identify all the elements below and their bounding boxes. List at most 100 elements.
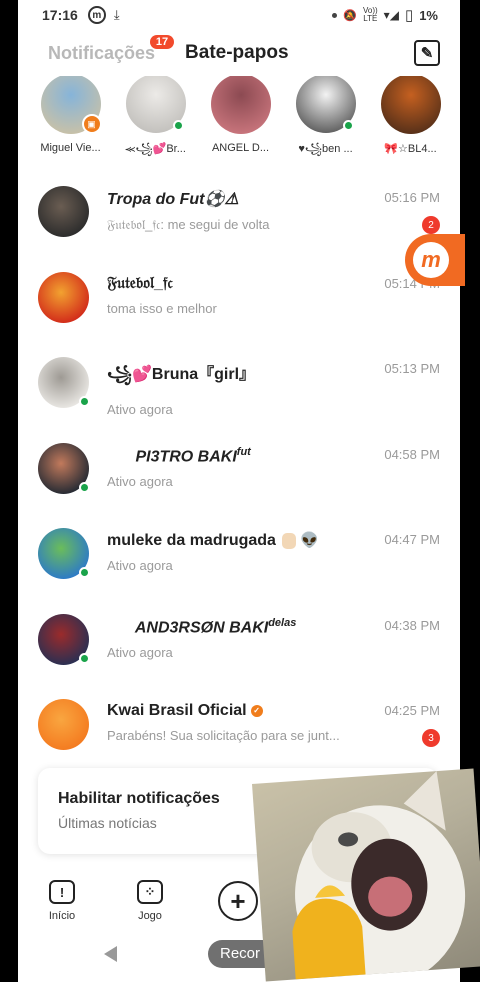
chat-avatar xyxy=(38,186,89,237)
plus-icon: + xyxy=(218,881,258,921)
chat-row[interactable]: Kwai Brasil Oficial ✓ Parabéns! Sua solici… xyxy=(18,683,460,769)
chat-time: 05:13 PM xyxy=(384,361,440,376)
chat-subtitle: toma isso e melhor xyxy=(107,300,217,316)
online-indicator-icon xyxy=(79,481,90,493)
nav-game-label: Jogo xyxy=(138,910,162,922)
status-time: 17:16 xyxy=(42,7,78,23)
status-bar: 17:16 m ⤓ 🔕 Vo)) LTE ▾◢ ▯ 1% xyxy=(18,0,460,30)
verified-badge-icon: ✓ xyxy=(250,704,263,717)
chat-name-text: 𝔉𝔲𝔱𝔢𝔟𝔬𝔩_𝔣𝔠 xyxy=(107,274,173,292)
story-name: ♥꧁ben ... xyxy=(298,142,353,155)
tab-notifications[interactable]: Notificações 17 xyxy=(48,34,174,64)
online-indicator-icon xyxy=(172,119,184,131)
dot-icon xyxy=(332,12,338,18)
chat-name-superscript: delas xyxy=(268,616,297,629)
unread-count-badge: 3 xyxy=(422,729,440,747)
compose-button[interactable]: ✎ xyxy=(414,40,440,66)
story-item[interactable]: ▣ Miguel Vie... xyxy=(32,76,109,162)
chat-row[interactable]: ⛩⃠ AND3RSØN BAKIdelas Ativo agora 04:38 PM xyxy=(18,598,460,684)
story-avatar xyxy=(295,76,356,133)
tab-notifications-label: Notificações xyxy=(48,42,156,63)
chat-time: 04:38 PM xyxy=(384,617,440,633)
chat-name-text: muleke da madrugada xyxy=(107,532,276,549)
chat-subtitle: Parabéns! Sua solicitação para se junt..… xyxy=(107,728,340,743)
chat-avatar xyxy=(38,528,90,579)
story-avatar xyxy=(210,76,271,134)
chat-subtitle: Ativo agora xyxy=(107,644,173,660)
compose-icon: ✎ xyxy=(420,45,434,62)
alien-emoji-icon: 👽 xyxy=(299,532,319,549)
chat-avatar xyxy=(38,357,90,408)
story-item[interactable]: •~( xyxy=(457,76,460,162)
story-name: Miguel Vie... xyxy=(40,142,101,154)
tab-chats[interactable]: Bate-papos xyxy=(185,42,288,64)
story-avatar xyxy=(125,76,186,133)
story-item[interactable]: ⪻꧁💕Br... xyxy=(117,76,194,162)
cat-image xyxy=(292,771,466,982)
download-icon: ⤓ xyxy=(113,7,120,22)
notifications-count-badge: 17 xyxy=(150,34,174,49)
story-name: ⪻꧁💕Br... xyxy=(125,142,186,155)
chat-meta: 04:38 PM xyxy=(384,618,440,633)
lte-icon: Vo)) LTE xyxy=(363,7,378,23)
chat-name-text: ꧁💕Bruna『girl』 xyxy=(107,366,256,383)
signal-icon: ▾◢ xyxy=(383,8,399,22)
battery-icon: ▯ xyxy=(404,7,414,24)
hand-emoji-icon xyxy=(281,532,296,549)
floating-kwai-button[interactable]: m xyxy=(405,234,465,286)
kwai-m-icon: m xyxy=(413,242,449,278)
nav-home-label: Início xyxy=(48,910,76,922)
header: Notificações 17 Bate-papos ✎ xyxy=(18,30,460,76)
chat-time: 04:58 PM xyxy=(384,446,440,462)
chat-time: 05:16 PM xyxy=(384,190,440,205)
gamepad-icon: ⁘ xyxy=(137,880,163,904)
chat-name-text: Kwai Brasil Oficial xyxy=(107,702,247,719)
chat-row[interactable]: ⛩⃠ PI3TRO BAKIfut Ativo agora 04:58 PM xyxy=(18,427,460,513)
online-indicator-icon xyxy=(342,119,354,131)
chat-meta: 04:25 PM 3 xyxy=(384,703,440,747)
chat-avatar xyxy=(38,442,90,494)
mute-icon: 🔕 xyxy=(343,9,357,22)
online-indicator-icon xyxy=(79,652,90,664)
chat-row[interactable]: ꧁💕Bruna『girl』 Ativo agora 05:13 PM xyxy=(18,341,460,427)
chat-avatar xyxy=(38,613,90,665)
chat-avatar xyxy=(38,271,89,323)
chat-subtitle: Ativo agora xyxy=(107,402,173,417)
online-indicator-icon xyxy=(79,567,90,578)
nav-game[interactable]: ⁘ Jogo xyxy=(106,874,194,934)
chat-row[interactable]: muleke da madrugada 👽 Ativo agora 04:47 PM xyxy=(18,512,460,598)
story-item[interactable]: ANGEL D... xyxy=(202,76,279,162)
status-right-cluster: 🔕 Vo)) LTE ▾◢ ▯ 1% xyxy=(332,6,438,24)
chat-subtitle: 𝔉𝔲𝔱𝔢𝔟𝔬𝔩_𝔣𝔠: me segui de volta xyxy=(107,217,270,232)
chat-name-text: ⛩⃠ PI3TRO BAKI xyxy=(107,447,237,465)
chat-meta: 05:13 PM xyxy=(384,361,440,376)
chat-row[interactable]: Tropa do Fut⚽⚠ 𝔉𝔲𝔱𝔢𝔟𝔬𝔩_𝔣𝔠: me segui de vo… xyxy=(18,170,460,256)
home-icon: ! xyxy=(49,880,75,904)
chat-name-text: ⛩⃠ AND3RSØN BAKI xyxy=(107,618,269,636)
chat-avatar xyxy=(38,699,89,750)
live-badge-icon: ▣ xyxy=(81,114,102,134)
story-name: ANGEL D... xyxy=(211,142,270,154)
lte-bottom-text: LTE xyxy=(363,14,378,23)
battery-level: 1% xyxy=(419,7,438,23)
app-badge-icon: m xyxy=(87,6,106,24)
story-avatar xyxy=(380,76,441,134)
screaming-cat-overlay xyxy=(252,768,480,982)
chat-list: Tropa do Fut⚽⚠ 𝔉𝔲𝔱𝔢𝔟𝔬𝔩_𝔣𝔠: me segui de vo… xyxy=(18,170,460,769)
unread-count-badge: 2 xyxy=(422,216,440,234)
story-avatar: ▣ xyxy=(40,76,102,134)
online-indicator-icon xyxy=(79,396,90,407)
back-triangle-icon[interactable] xyxy=(104,946,117,962)
chat-time: 04:25 PM xyxy=(384,703,440,718)
chat-meta: 04:58 PM xyxy=(384,447,440,462)
chat-name-text: Tropa do Fut⚽⚠ xyxy=(107,191,239,208)
story-item[interactable]: 🎀☆BL4... xyxy=(372,76,449,162)
chat-meta: 04:47 PM xyxy=(384,532,440,547)
chat-meta: 05:16 PM 2 xyxy=(384,190,440,234)
chat-row[interactable]: 𝔉𝔲𝔱𝔢𝔟𝔬𝔩_𝔣𝔠 toma isso e melhor 05:14 PM xyxy=(18,256,460,342)
story-item[interactable]: ♥꧁ben ... xyxy=(287,76,364,162)
stories-row: ▣ Miguel Vie... ⪻꧁💕Br... ANGEL D... ♥꧁ben ..… xyxy=(18,76,460,162)
nav-home[interactable]: ! Início xyxy=(18,874,106,934)
chat-time: 04:47 PM xyxy=(384,532,440,547)
story-name: 🎀☆BL4... xyxy=(384,143,437,155)
